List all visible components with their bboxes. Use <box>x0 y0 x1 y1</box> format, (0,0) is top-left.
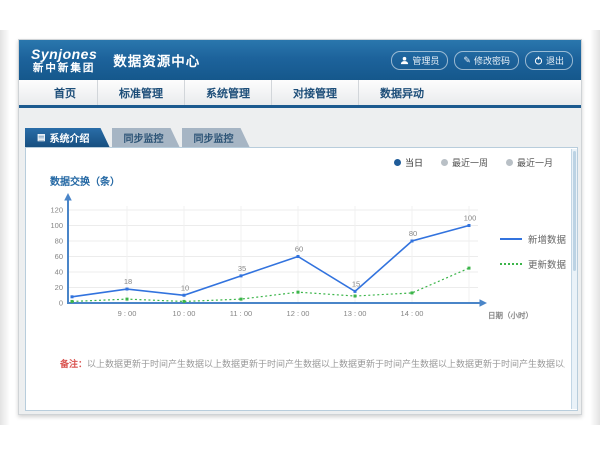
logo-subtitle: 新中新集团 <box>33 62 96 74</box>
legend-item-updated-data: 更新数据 <box>500 257 566 271</box>
radio-icon <box>506 159 513 166</box>
page-edge-shade-right <box>590 30 600 425</box>
company-logo: Synjones 新中新集团 <box>31 47 97 74</box>
svg-text:18: 18 <box>124 277 132 286</box>
svg-text:35: 35 <box>238 264 246 273</box>
app-window: Synjones 新中新集团 数据资源中心 管理员 ✎ 修改密码 退出 <box>18 39 582 415</box>
time-filter-option[interactable]: 最近一月 <box>506 156 553 169</box>
svg-text:13 : 00: 13 : 00 <box>344 309 367 318</box>
svg-text:12 : 00: 12 : 00 <box>287 309 310 318</box>
nav-item-system-mgmt[interactable]: 系统管理 <box>184 80 271 105</box>
chart-panel: 当日 最近一周 最近一月 数据交换（条） 0 20 40 60 80 100 120 9 : … <box>25 147 578 411</box>
page-title: 数据资源中心 <box>113 50 200 70</box>
main-nav: 首页 标准管理 系统管理 对接管理 数据异动 <box>19 80 581 108</box>
svg-text:60: 60 <box>55 252 63 261</box>
tab-bar: ▤ 系统介绍 同步监控 同步监控 <box>25 128 252 147</box>
nav-item-data-change[interactable]: 数据异动 <box>358 80 445 105</box>
tab-sync-monitor-2[interactable]: 同步监控 <box>182 128 250 147</box>
header-actions: 管理员 ✎ 修改密码 退出 <box>391 51 573 70</box>
tab-sync-monitor-1-label: 同步监控 <box>124 130 164 145</box>
svg-text:11 : 00: 11 : 00 <box>230 309 252 318</box>
svg-text:40: 40 <box>55 268 63 277</box>
logo-title: Synjones <box>31 47 97 62</box>
filter-last-week-label: 最近一周 <box>452 156 488 169</box>
y-axis-title: 数据交换（条） <box>50 173 120 188</box>
admin-user-button[interactable]: 管理员 <box>391 51 448 70</box>
footer-note: 备注：以上数据更新于时间产生数据以上数据更新于时间产生数据以上数据更新于时间产生… <box>60 357 565 370</box>
app-header: Synjones 新中新集团 数据资源中心 管理员 ✎ 修改密码 退出 <box>19 40 581 80</box>
svg-text:120: 120 <box>50 206 63 215</box>
svg-text:20: 20 <box>55 283 63 292</box>
tab-system-intro-label: 系统介绍 <box>50 130 90 145</box>
svg-text:14 : 00: 14 : 00 <box>401 309 424 318</box>
logout-button[interactable]: 退出 <box>525 51 573 70</box>
panel-scrollbar[interactable] <box>571 149 577 409</box>
document-icon: ▤ <box>37 133 46 142</box>
legend-updated-data-label: 更新数据 <box>528 257 566 271</box>
content-area: ▤ 系统介绍 同步监控 同步监控 当日 最近一周 <box>19 108 581 413</box>
svg-text:10: 10 <box>181 283 189 292</box>
radio-icon <box>394 159 401 166</box>
filter-today-label: 当日 <box>405 156 423 169</box>
time-filter-group: 当日 最近一周 最近一月 <box>394 156 553 169</box>
user-icon <box>400 56 409 65</box>
svg-text:100: 100 <box>50 221 63 230</box>
chart-legend: 新增数据 更新数据 <box>500 232 566 271</box>
legend-item-new-data: 新增数据 <box>500 232 566 246</box>
tab-sync-monitor-2-label: 同步监控 <box>194 130 234 145</box>
legend-new-data-label: 新增数据 <box>528 232 566 246</box>
nav-item-home[interactable]: 首页 <box>33 80 97 105</box>
tab-sync-monitor-1[interactable]: 同步监控 <box>112 128 180 147</box>
svg-text:9 : 00: 9 : 00 <box>118 309 137 318</box>
tab-system-intro[interactable]: ▤ 系统介绍 <box>25 128 110 147</box>
change-password-button[interactable]: ✎ 修改密码 <box>454 51 519 70</box>
radio-icon <box>441 159 448 166</box>
change-password-label: 修改密码 <box>474 54 510 67</box>
time-filter-option[interactable]: 当日 <box>394 156 423 169</box>
svg-text:15: 15 <box>352 279 360 288</box>
edit-icon: ✎ <box>463 56 471 65</box>
svg-text:80: 80 <box>55 237 63 246</box>
svg-text:日期（小时）: 日期（小时） <box>488 310 533 320</box>
exchange-line-chart: 0 20 40 60 80 100 120 9 : 00 10 : 00 11 : 00 12 : … <box>26 190 579 332</box>
svg-text:60: 60 <box>295 245 303 254</box>
time-filter-option[interactable]: 最近一周 <box>441 156 488 169</box>
note-label: 备注： <box>60 359 87 369</box>
blue-line-icon <box>500 238 522 240</box>
page-edge-shade-left <box>0 30 10 425</box>
svg-text:10 : 00: 10 : 00 <box>173 309 196 318</box>
svg-text:0: 0 <box>59 299 63 308</box>
svg-text:80: 80 <box>409 229 417 238</box>
nav-item-standard-mgmt[interactable]: 标准管理 <box>97 80 184 105</box>
chart-wrap: 0 20 40 60 80 100 120 9 : 00 10 : 00 11 : 00 12 : … <box>26 190 579 332</box>
scrollbar-thumb[interactable] <box>573 151 576 271</box>
admin-user-label: 管理员 <box>412 54 439 67</box>
nav-item-interface-mgmt[interactable]: 对接管理 <box>271 80 358 105</box>
svg-text:100: 100 <box>464 214 477 223</box>
note-text: 以上数据更新于时间产生数据以上数据更新于时间产生数据以上数据更新于时间产生数据以… <box>87 359 565 369</box>
power-icon <box>534 56 543 65</box>
green-dotted-line-icon <box>500 263 522 265</box>
logout-label: 退出 <box>546 54 564 67</box>
filter-last-month-label: 最近一月 <box>517 156 553 169</box>
